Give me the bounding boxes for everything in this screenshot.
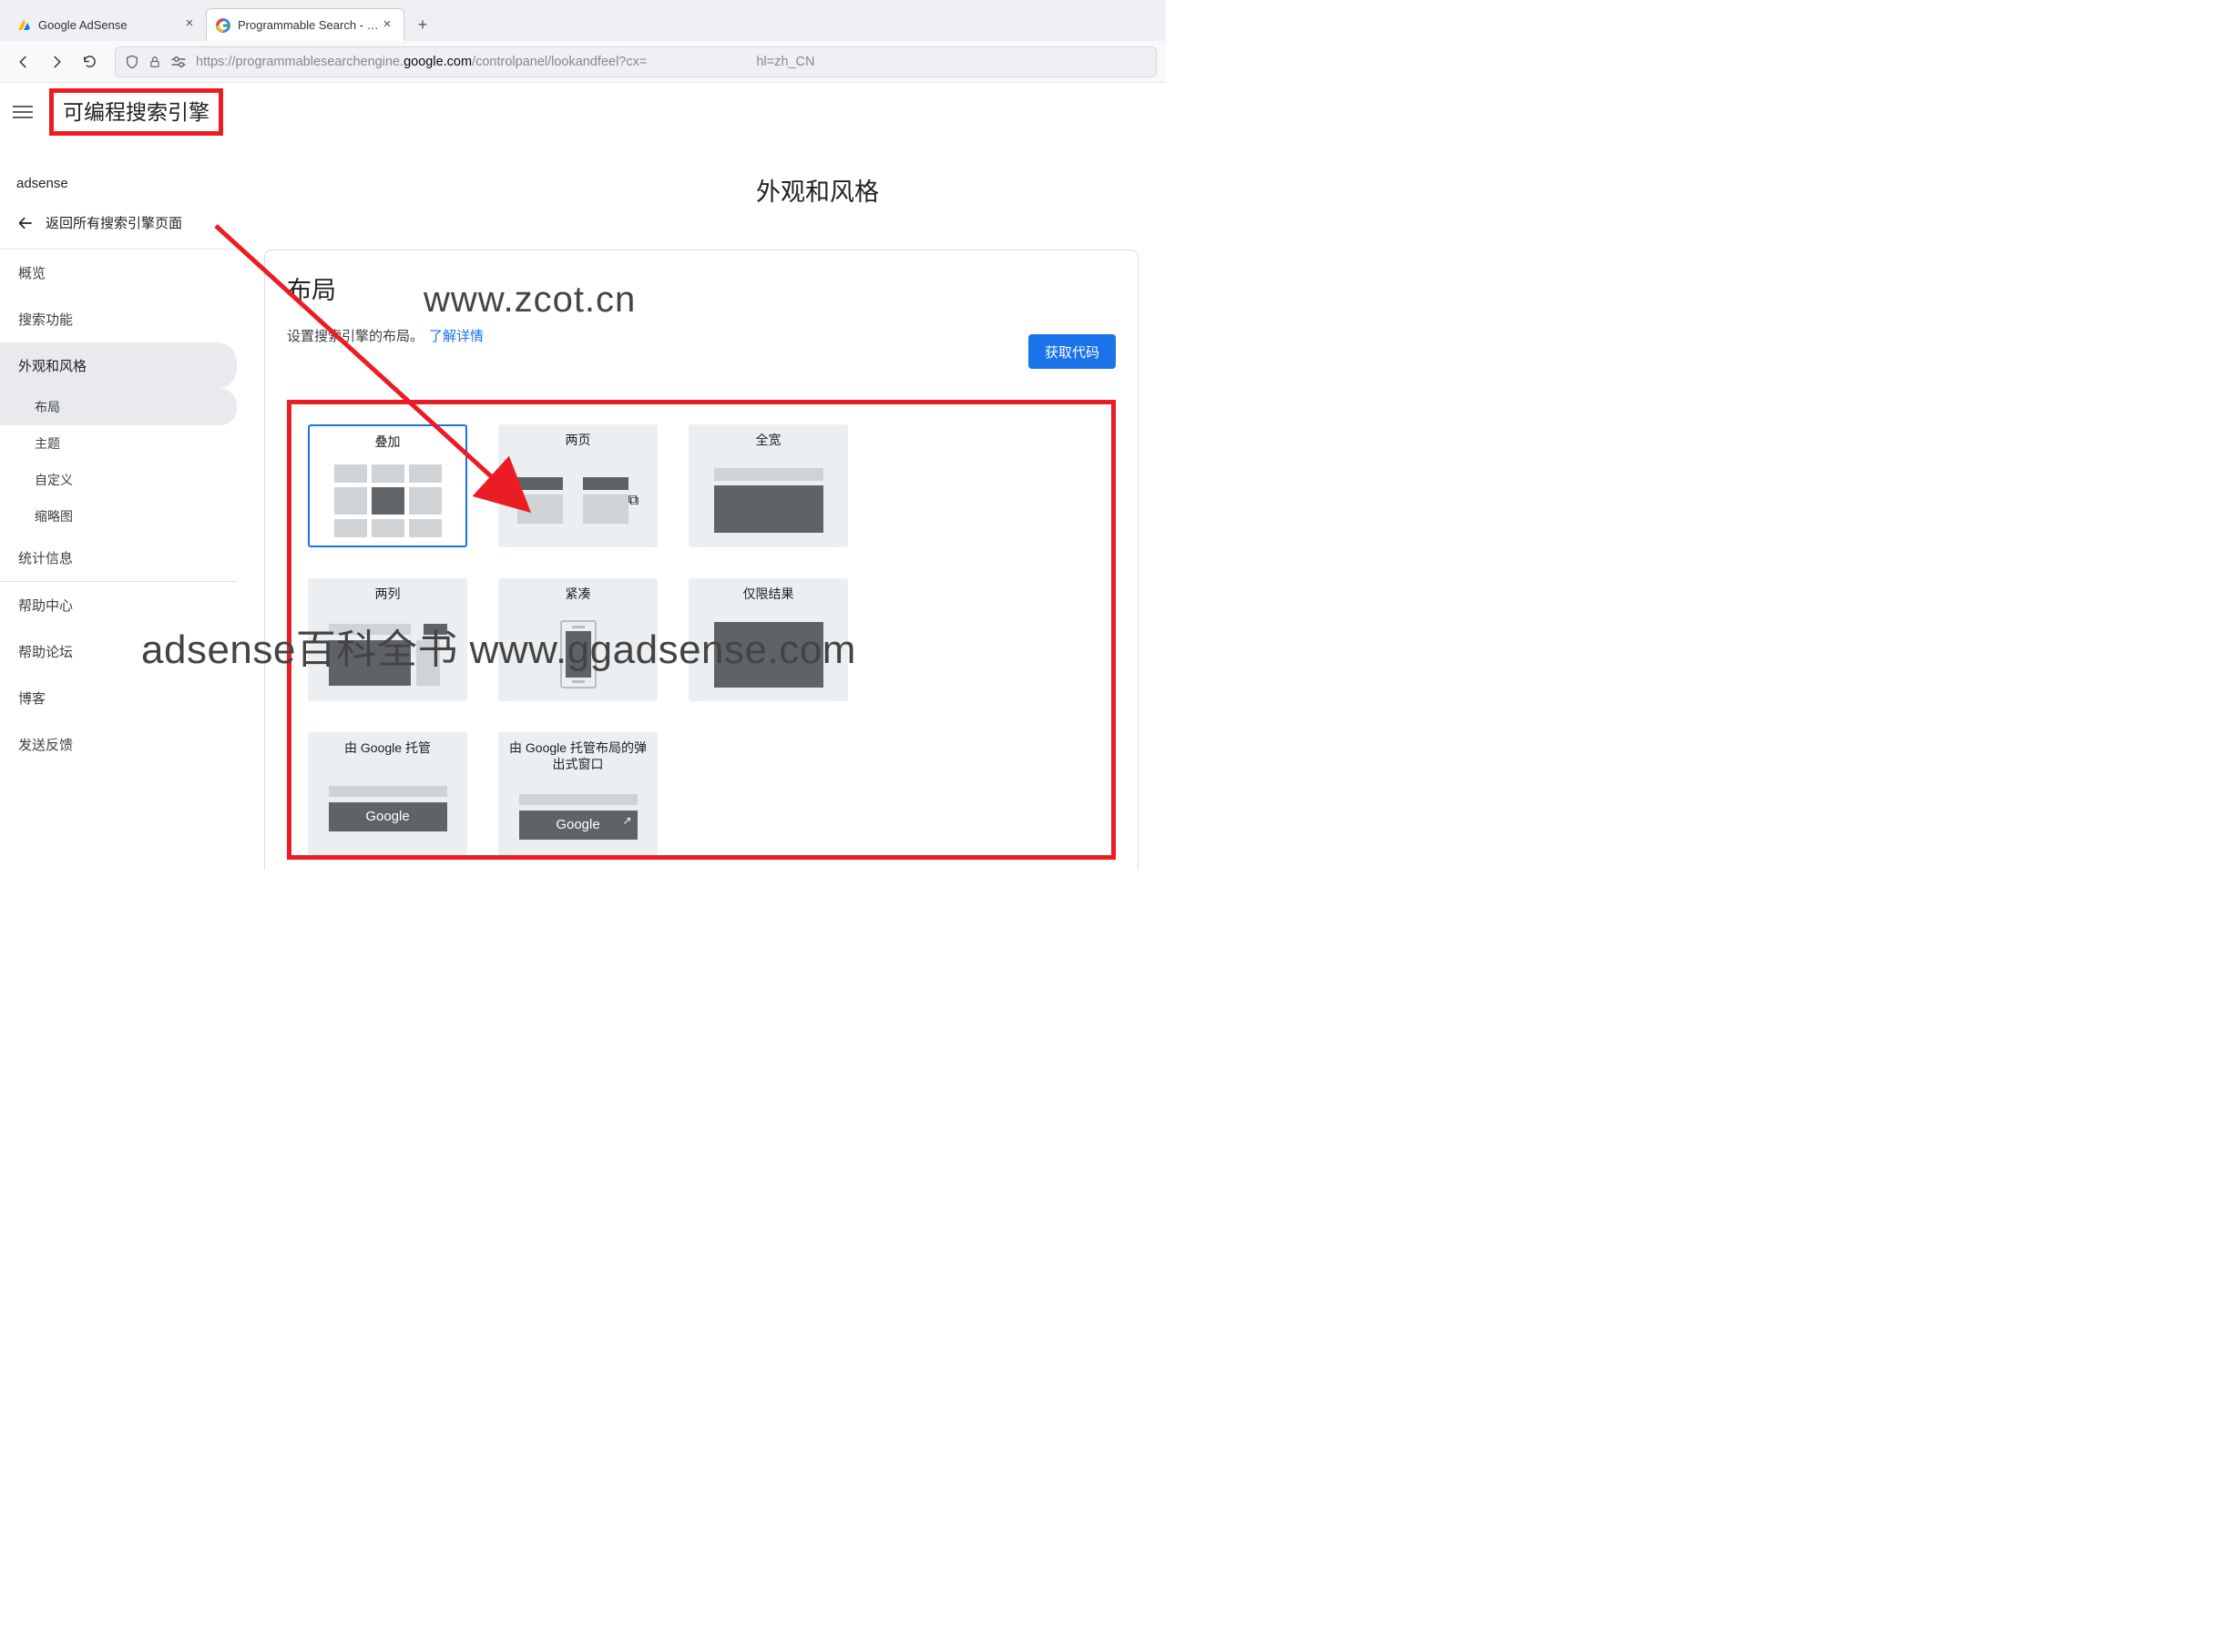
browser-tabstrip: Google AdSense × Programmable Search - L… (0, 0, 1166, 41)
sidebar-item-blog[interactable]: 博客 (0, 675, 237, 721)
layout-preview-icon: Google↗ (498, 778, 658, 855)
sidebar-sub-theme[interactable]: 主题 (0, 425, 237, 462)
sidebar-back[interactable]: 返回所有搜索引擎页面 (0, 206, 237, 249)
layout-option-resultsonly[interactable]: 仅限结果 (689, 578, 848, 701)
sidebar-item-look[interactable]: 外观和风格 (0, 342, 237, 389)
hamburger-icon[interactable] (13, 102, 33, 122)
layout-preview-icon (689, 454, 848, 547)
card-title: 布局 (287, 270, 1116, 306)
layout-option-overlay[interactable]: 叠加 (308, 424, 467, 547)
option-label: 由 Google 托管 (308, 732, 467, 761)
tab-title: Google AdSense (38, 18, 182, 32)
option-label: 全宽 (689, 424, 848, 454)
layout-option-fullwidth[interactable]: 全宽 (689, 424, 848, 547)
sidebar-sub-layout[interactable]: 布局 (0, 389, 237, 425)
option-label: 叠加 (310, 426, 465, 455)
sidebar-sub-custom[interactable]: 自定义 (0, 462, 237, 498)
tab-title: Programmable Search - Loo (238, 18, 380, 32)
content: 外观和风格 布局 设置搜索引擎的布局。了解详情 获取代码 叠加 (237, 159, 1166, 870)
page: 可编程搜索引擎 adsense 返回所有搜索引擎页面 概览 搜索功能 外观和风格… (0, 83, 1166, 870)
forward-button[interactable] (42, 47, 71, 76)
reload-button[interactable] (75, 47, 104, 76)
layout-card: 布局 设置搜索引擎的布局。了解详情 获取代码 叠加 (264, 250, 1139, 870)
get-code-button[interactable]: 获取代码 (1028, 334, 1116, 369)
sidebar-item-overview[interactable]: 概览 (0, 250, 237, 296)
sidebar-item-stats[interactable]: 统计信息 (0, 535, 237, 581)
url-bar[interactable]: https://programmablesearchengine.google.… (115, 46, 1157, 77)
close-icon[interactable]: × (380, 18, 394, 33)
app-topbar: 可编程搜索引擎 (0, 83, 1166, 141)
external-link-icon: ↗ (622, 814, 631, 827)
sidebar-title: adsense (0, 167, 237, 206)
layout-option-twocol[interactable]: 两列 (308, 578, 467, 701)
option-label: 由 Google 托管布局的弹出式窗口 (498, 732, 658, 778)
option-label: 仅限结果 (689, 578, 848, 607)
learn-more-link[interactable]: 了解详情 (429, 329, 484, 344)
google-favicon-icon (216, 18, 230, 33)
lock-icon (148, 56, 161, 68)
close-icon[interactable]: × (182, 17, 197, 32)
back-button[interactable] (9, 47, 38, 76)
layout-preview-icon: ⧉ (498, 454, 658, 547)
sidebar-item-search[interactable]: 搜索功能 (0, 296, 237, 342)
layout-preview-icon (310, 455, 465, 546)
layout-preview-icon: Google (308, 761, 467, 855)
layout-option-compact[interactable]: 紧凑 (498, 578, 658, 701)
layout-option-twopage[interactable]: 两页 ⧉ (498, 424, 658, 547)
layout-preview-icon (308, 607, 467, 701)
sidebar-item-feedback[interactable]: 发送反馈 (0, 721, 237, 768)
annotation-box: 可编程搜索引擎 (49, 88, 223, 136)
sidebar-item-help[interactable]: 帮助中心 (0, 582, 237, 628)
shield-icon (125, 55, 139, 69)
option-label: 两页 (498, 424, 658, 454)
browser-tab[interactable]: Programmable Search - Loo × (206, 8, 404, 41)
adsense-favicon-icon (16, 17, 31, 32)
layout-options-grid: 叠加 两页 (308, 424, 1095, 855)
sidebar: adsense 返回所有搜索引擎页面 概览 搜索功能 外观和风格 布局 主题 自… (0, 159, 237, 870)
page-title: 外观和风格 (264, 159, 1139, 208)
sidebar-back-label: 返回所有搜索引擎页面 (46, 213, 182, 232)
brand-title: 可编程搜索引擎 (63, 95, 209, 126)
annotation-box: 叠加 两页 (287, 400, 1116, 860)
sidebar-item-forum[interactable]: 帮助论坛 (0, 628, 237, 675)
layout-preview-icon (689, 607, 848, 701)
layout-option-hosted[interactable]: 由 Google 托管 Google (308, 732, 467, 855)
browser-navbar: https://programmablesearchengine.google.… (0, 41, 1166, 83)
new-tab-button[interactable]: + (410, 12, 435, 37)
card-description: 设置搜索引擎的布局。了解详情 (287, 326, 1116, 345)
layout-option-hosted-popup[interactable]: 由 Google 托管布局的弹出式窗口 Google↗ (498, 732, 658, 855)
url-text: https://programmablesearchengine.google.… (196, 55, 1147, 69)
option-label: 两列 (308, 578, 467, 607)
layout-preview-icon (498, 607, 658, 701)
browser-tab[interactable]: Google AdSense × (7, 8, 206, 41)
sidebar-sub-thumb[interactable]: 缩略图 (0, 498, 237, 535)
settings-toggle-icon (170, 56, 187, 68)
arrow-left-icon (16, 214, 35, 232)
option-label: 紧凑 (498, 578, 658, 607)
